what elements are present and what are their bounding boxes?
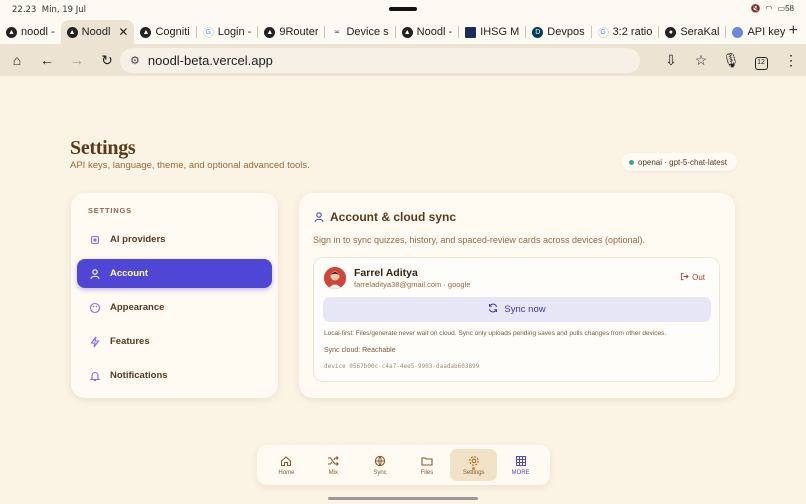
nav-item-account[interactable]: Account bbox=[77, 259, 272, 288]
tab-item[interactable]: ≍ Device s bbox=[325, 20, 394, 44]
status-time: 22.23 Min, 19 Jul bbox=[12, 5, 87, 15]
google-icon: G bbox=[202, 26, 214, 38]
tab-switcher-button[interactable]: 12 bbox=[746, 51, 776, 70]
nav-heading: SETTINGS bbox=[88, 206, 132, 215]
noodl-icon: ▲ bbox=[401, 26, 413, 38]
bottom-dock: Home Mix Sync Files Settings MORE bbox=[257, 445, 550, 485]
sync-status: Sync cloud: Reachable bbox=[324, 347, 396, 354]
gesture-bar[interactable] bbox=[328, 497, 478, 500]
dock-item-mix[interactable]: Mix bbox=[310, 449, 357, 481]
palette-icon bbox=[89, 302, 101, 314]
bookmark-star-icon[interactable]: ☆ bbox=[686, 52, 716, 69]
globe-icon bbox=[732, 26, 744, 38]
dock-item-files[interactable]: Files bbox=[403, 449, 450, 481]
logout-icon bbox=[680, 272, 689, 283]
triangle-icon: ▲ bbox=[264, 26, 276, 38]
browser-toolbar: ⌂ ← → ↻ ⚙ noodl-beta.vercel.app ⇩ ☆ 🎙 12… bbox=[0, 44, 806, 76]
bolt-icon bbox=[89, 336, 101, 348]
dock-item-sync[interactable]: Sync bbox=[357, 449, 404, 481]
panel-title: Account & cloud sync bbox=[330, 210, 457, 224]
install-app-icon[interactable]: ⇩ bbox=[656, 52, 686, 69]
noodl-icon: ▲ bbox=[6, 26, 17, 38]
tab-item[interactable]: ● SeraKal bbox=[659, 20, 725, 44]
tab-item[interactable]: ▲ Noodl - bbox=[396, 20, 458, 44]
refresh-icon bbox=[488, 303, 498, 316]
grid-icon bbox=[515, 455, 526, 466]
tab-item[interactable]: ▲ 9Router bbox=[258, 20, 324, 44]
chart-icon bbox=[465, 26, 477, 38]
folder-icon bbox=[421, 456, 433, 466]
google-icon: G bbox=[597, 26, 609, 38]
noodl-icon: ▲ bbox=[140, 26, 152, 38]
tab-item[interactable]: ▲ Cogniti bbox=[134, 20, 195, 44]
url-text[interactable]: noodl-beta.vercel.app bbox=[148, 53, 273, 68]
status-icons: 🔇 ◠ ▭58 bbox=[751, 4, 794, 13]
new-tab-button[interactable]: + bbox=[789, 22, 798, 40]
tab-item[interactable]: G 3:2 ratio bbox=[592, 20, 659, 44]
model-badge: openai · gpt-5-chat-latest bbox=[622, 153, 737, 171]
local-first-note: Local-first: Files/generate never wait o… bbox=[324, 330, 667, 337]
camera-pill bbox=[389, 7, 417, 11]
device-icon: ≍ bbox=[331, 26, 343, 38]
back-icon[interactable]: ← bbox=[32, 52, 62, 68]
panel-description: Sign in to sync quizzes, history, and sp… bbox=[313, 235, 645, 245]
status-bar: 22.23 Min, 19 Jul 🔇 ◠ ▭58 bbox=[0, 0, 806, 20]
nav-item-ai-providers[interactable]: AI providers bbox=[77, 225, 272, 254]
globe-icon bbox=[374, 455, 386, 467]
dock-item-settings[interactable]: Settings bbox=[450, 449, 498, 481]
menu-icon[interactable]: ⋮ bbox=[776, 52, 806, 69]
status-dot bbox=[629, 160, 634, 165]
account-panel: Account & cloud sync Sign in to sync qui… bbox=[299, 193, 735, 398]
tab-item[interactable]: D Devpos bbox=[526, 20, 590, 44]
mute-icon: 🔇 bbox=[750, 4, 761, 13]
devpost-icon: D bbox=[532, 26, 544, 38]
microphone-icon[interactable]: 🎙 bbox=[716, 52, 746, 69]
user-name: Farrel Aditya bbox=[354, 267, 418, 279]
wifi-icon: ◠ bbox=[765, 4, 773, 13]
user-icon bbox=[89, 268, 101, 280]
address-bar[interactable]: ⚙ noodl-beta.vercel.app bbox=[120, 48, 640, 73]
tab-item[interactable]: G Login - bbox=[197, 20, 258, 44]
settings-nav: SETTINGS AI providers Account Appearance… bbox=[71, 193, 278, 398]
nav-item-features[interactable]: Features bbox=[77, 327, 272, 356]
bell-icon bbox=[89, 370, 101, 382]
gear-icon bbox=[468, 455, 479, 466]
page-title: Settings bbox=[70, 137, 136, 159]
account-box: Farrel Aditya farreladitya38@gmail.com ·… bbox=[313, 257, 720, 382]
home-icon[interactable]: ⌂ bbox=[2, 52, 32, 68]
tab-item[interactable]: API key bbox=[726, 20, 791, 44]
dock-item-more[interactable]: MORE bbox=[497, 449, 544, 481]
tab-item-active[interactable]: ▲ Noodl ✕ bbox=[60, 20, 135, 44]
nav-item-appearance[interactable]: Appearance bbox=[77, 293, 272, 322]
site-settings-icon[interactable]: ⚙ bbox=[130, 54, 140, 67]
page-subtitle: API keys, language, theme, and optional … bbox=[70, 160, 310, 171]
github-icon: ● bbox=[665, 26, 677, 38]
reload-icon[interactable]: ↻ bbox=[92, 52, 122, 69]
noodl-icon: ▲ bbox=[66, 26, 78, 38]
avatar bbox=[324, 267, 346, 289]
tab-item[interactable]: IHSG M bbox=[459, 20, 525, 44]
sync-now-button[interactable]: Sync now bbox=[323, 297, 711, 322]
battery-icon: ▭58 bbox=[777, 4, 794, 13]
chip-icon bbox=[89, 234, 101, 246]
device-id: device 0567b00c-c4a7-4ee5-9903-daadab603… bbox=[324, 363, 480, 370]
forward-icon[interactable]: → bbox=[62, 52, 92, 68]
close-icon[interactable]: ✕ bbox=[118, 25, 128, 39]
user-icon bbox=[313, 210, 325, 228]
nav-item-notifications[interactable]: Notifications bbox=[77, 361, 272, 390]
tab-count: 12 bbox=[754, 56, 768, 70]
tab-item[interactable]: ▲ noodl - bbox=[0, 20, 61, 44]
shuffle-icon bbox=[328, 455, 340, 466]
user-email: farreladitya38@gmail.com · google bbox=[354, 280, 471, 289]
tab-strip: ▲ noodl - ▲ Noodl ✕ ▲ Cogniti G Login - ▲ 9Rou… bbox=[0, 20, 806, 44]
dock-item-home[interactable]: Home bbox=[263, 449, 310, 481]
toolbar-actions: ⇩ ☆ 🎙 12 ⋮ bbox=[656, 44, 806, 76]
home-icon bbox=[281, 455, 292, 466]
logout-button[interactable]: Out bbox=[680, 272, 705, 283]
